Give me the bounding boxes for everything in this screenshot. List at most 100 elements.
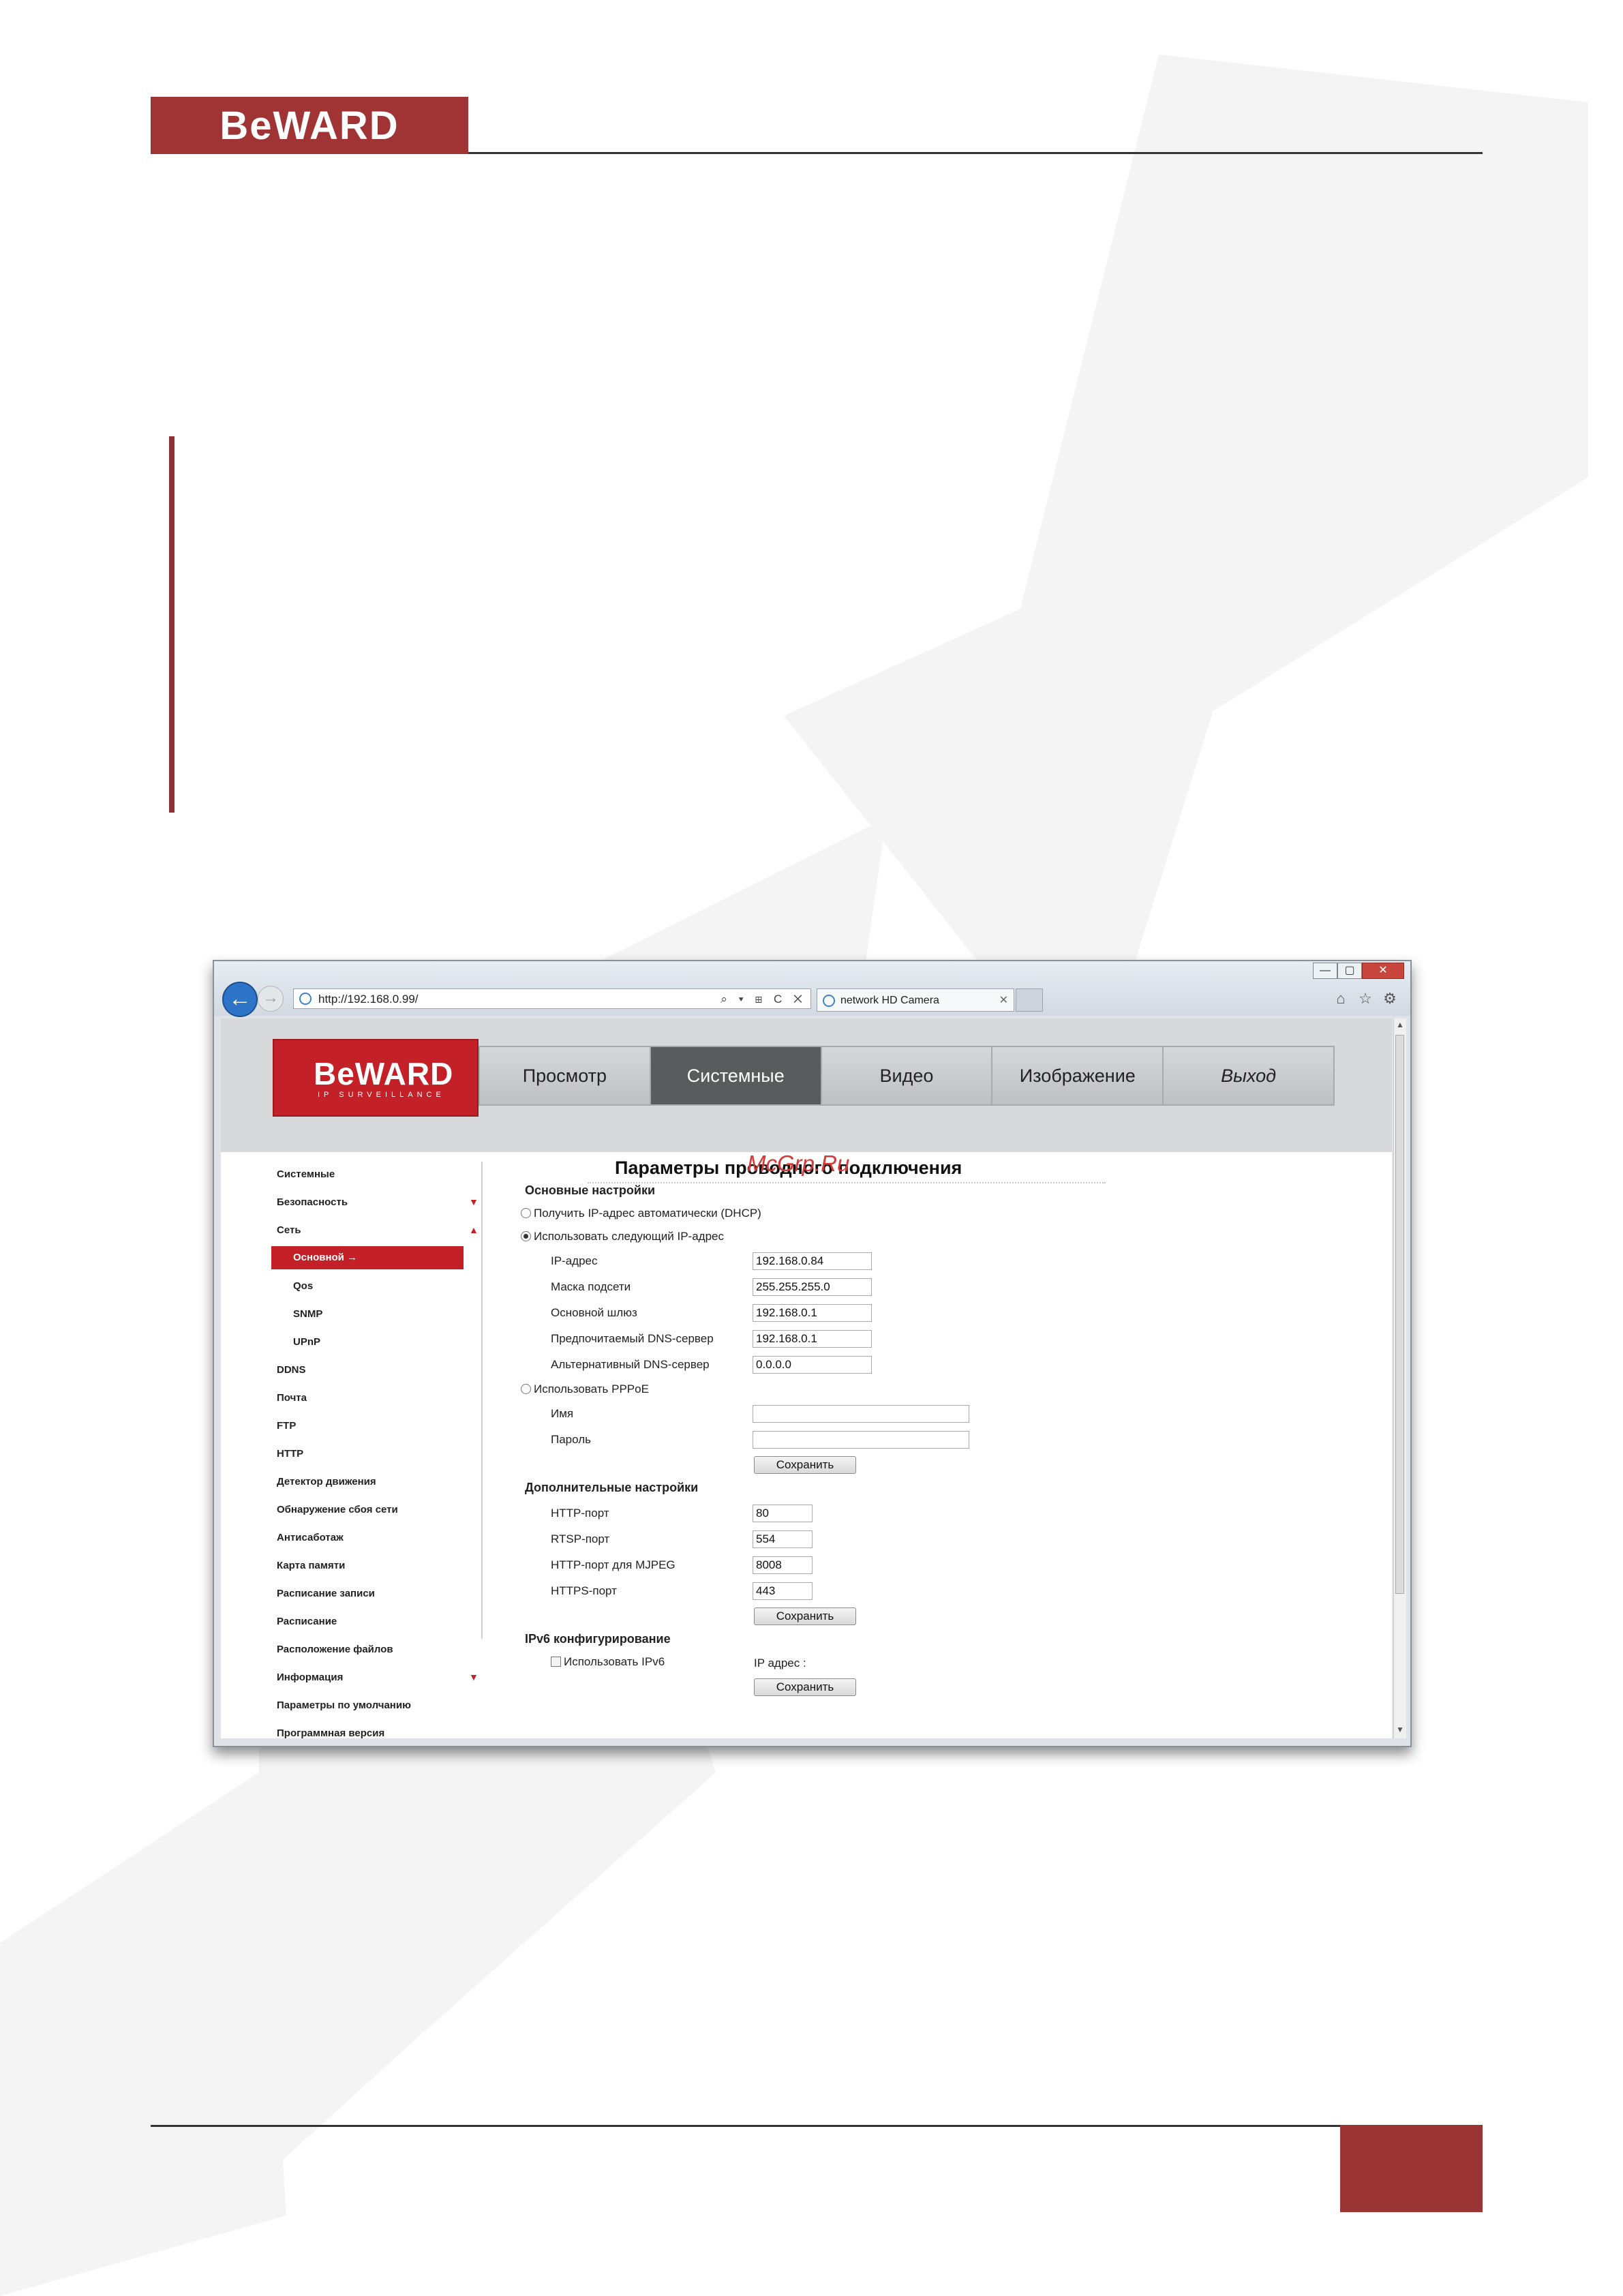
pppoe-password-input[interactable] (753, 1431, 969, 1449)
brand-logo: BeWARD (151, 97, 468, 154)
sidebar-item-system[interactable]: Системные (271, 1160, 489, 1188)
browser-window: — ▢ ✕ ← → http://192.168.0.99/ ⌕ ▾ ⊞ C ✕… (213, 960, 1412, 1747)
mjpeg-port-input[interactable]: 8008 (753, 1556, 813, 1574)
ip-address-label: IP-адрес (551, 1254, 598, 1267)
dhcp-option[interactable]: Получить IP-адрес автоматически (DHCP) (521, 1207, 761, 1220)
gateway-input[interactable]: 192.168.0.1 (753, 1304, 872, 1322)
settings-icon[interactable]: ⚙ (1381, 990, 1399, 1008)
subnet-mask-input[interactable]: 255.255.255.0 (753, 1278, 872, 1296)
https-port-input[interactable]: 443 (753, 1582, 813, 1600)
browser-tab[interactable]: network HD Camera ✕ (817, 988, 1014, 1012)
title-underline (588, 1182, 1106, 1183)
menu-system[interactable]: Системные (650, 1047, 822, 1104)
new-tab-button[interactable] (1016, 988, 1043, 1012)
chevron-down-icon: ▼ (469, 1196, 479, 1207)
sidebar-divider (481, 1162, 483, 1639)
scroll-thumb[interactable] (1395, 1035, 1404, 1594)
menu-view[interactable]: Просмотр (480, 1047, 651, 1104)
back-button[interactable]: ← (222, 982, 258, 1017)
overlay-watermark: McGrp.Ru (747, 1151, 850, 1176)
dhcp-radio[interactable] (521, 1208, 531, 1218)
ip-address-input[interactable]: 192.168.0.84 (753, 1252, 872, 1270)
vertical-scrollbar[interactable]: ▲ ▼ (1393, 1018, 1406, 1738)
ie-page-icon (299, 993, 312, 1005)
sidebar-item-upnp[interactable]: UPnP (271, 1328, 489, 1356)
save-advanced-button[interactable]: Сохранить (754, 1607, 856, 1625)
ipv6-option[interactable]: Использовать IPv6 (551, 1655, 665, 1669)
minimize-icon[interactable]: — (1313, 963, 1337, 979)
sidebar-item-sdcard[interactable]: Карта памяти (271, 1552, 489, 1580)
camera-header: BeWARD IP SURVEILLANCE Просмотр Системны… (221, 1018, 1392, 1152)
sidebar-item-defaults[interactable]: Параметры по умолчанию (271, 1691, 489, 1719)
rtsp-port-label: RTSP-порт (551, 1532, 610, 1545)
primary-dns-input[interactable]: 192.168.0.1 (753, 1330, 872, 1348)
sidebar-item-network-failure[interactable]: Обнаружение сбоя сети (271, 1496, 489, 1524)
sidebar-item-motion[interactable]: Детектор движения (271, 1468, 489, 1496)
footer-divider (151, 2125, 1340, 2127)
menu-image[interactable]: Изображение (992, 1047, 1164, 1104)
sidebar-item-file-location[interactable]: Расположение файлов (271, 1635, 489, 1663)
sidebar-item-firmware[interactable]: Программная версия (271, 1719, 489, 1738)
pppoe-radio[interactable] (521, 1384, 531, 1394)
camera-logo: BeWARD IP SURVEILLANCE (273, 1039, 479, 1117)
scroll-up-icon[interactable]: ▲ (1394, 1020, 1406, 1032)
ipv6-address-label: IP адрес : (754, 1657, 806, 1670)
basic-section-title: Основные настройки (525, 1183, 656, 1197)
camera-logo-tagline: IP SURVEILLANCE (318, 1091, 445, 1099)
ipv6-checkbox[interactable] (551, 1657, 561, 1667)
header-divider (468, 152, 1483, 154)
save-ipv6-button[interactable]: Сохранить (754, 1678, 856, 1696)
close-icon[interactable]: ✕ (1362, 963, 1404, 979)
home-icon[interactable]: ⌂ (1332, 990, 1350, 1008)
forward-button[interactable]: → (258, 986, 284, 1012)
primary-dns-label: Предпочитаемый DNS-сервер (551, 1332, 714, 1345)
menu-exit[interactable]: Выход (1164, 1047, 1333, 1104)
chevron-down-icon: ▼ (469, 1672, 479, 1682)
save-basic-button[interactable]: Сохранить (754, 1456, 856, 1474)
sidebar-item-tamper[interactable]: Антисаботаж (271, 1524, 489, 1552)
pppoe-name-label: Имя (551, 1407, 574, 1420)
page-title: Параметры проводного подключения (615, 1158, 962, 1178)
pppoe-name-input[interactable] (753, 1405, 969, 1423)
sidebar-item-http[interactable]: HTTP (271, 1440, 489, 1468)
secondary-dns-input[interactable]: 0.0.0.0 (753, 1356, 872, 1374)
http-port-label: HTTP-порт (551, 1507, 609, 1520)
static-ip-radio[interactable] (521, 1231, 531, 1241)
browser-toolbar: — ▢ ✕ ← → http://192.168.0.99/ ⌕ ▾ ⊞ C ✕… (214, 961, 1410, 1017)
sidebar-item-network[interactable]: Сеть ▲ (271, 1216, 489, 1244)
settings-sidebar: Системные Безопасность ▼ Сеть ▲ Основной →… (271, 1160, 489, 1738)
sidebar-item-ddns[interactable]: DDNS (271, 1356, 489, 1384)
main-menu: Просмотр Системные Видео Изображение Вых… (479, 1046, 1335, 1106)
browser-viewport: BeWARD IP SURVEILLANCE Просмотр Системны… (221, 1018, 1392, 1738)
address-bar[interactable]: http://192.168.0.99/ ⌕ ▾ ⊞ C ✕ (293, 988, 811, 1009)
sidebar-item-basic[interactable]: Основной → (271, 1246, 464, 1269)
sidebar-item-mail[interactable]: Почта (271, 1384, 489, 1412)
camera-logo-brand: BeWARD (314, 1056, 454, 1091)
secondary-dns-label: Альтернативный DNS-сервер (551, 1358, 710, 1371)
http-port-input[interactable]: 80 (753, 1505, 813, 1522)
accent-bar (169, 436, 175, 813)
menu-video[interactable]: Видео (821, 1047, 993, 1104)
sidebar-item-schedule[interactable]: Расписание (271, 1607, 489, 1635)
rtsp-port-input[interactable]: 554 (753, 1530, 813, 1548)
tab-close-icon[interactable]: ✕ (999, 989, 1008, 1012)
sidebar-item-security[interactable]: Безопасность ▼ (271, 1188, 489, 1216)
chevron-up-icon: ▲ (469, 1224, 479, 1235)
sidebar-item-info[interactable]: Информация ▼ (271, 1663, 489, 1691)
address-text: http://192.168.0.99/ (318, 993, 419, 1006)
maximize-icon[interactable]: ▢ (1337, 963, 1362, 979)
sidebar-item-snmp[interactable]: SNMP (271, 1300, 489, 1328)
ie-tab-icon (823, 995, 835, 1007)
page-number-box (1340, 2125, 1483, 2212)
sidebar-item-ftp[interactable]: FTP (271, 1412, 489, 1440)
https-port-label: HTTPS-порт (551, 1584, 617, 1597)
pppoe-password-label: Пароль (551, 1433, 591, 1446)
tab-title: network HD Camera (840, 995, 939, 1006)
scroll-down-icon[interactable]: ▼ (1394, 1725, 1406, 1737)
favorites-icon[interactable]: ☆ (1356, 990, 1374, 1008)
sidebar-item-record-schedule[interactable]: Расписание записи (271, 1580, 489, 1607)
address-tools-icon[interactable]: ⌕ ▾ ⊞ C ✕ (721, 989, 806, 1010)
sidebar-item-qos[interactable]: Qos (271, 1272, 489, 1300)
pppoe-option[interactable]: Использовать PPPoE (521, 1383, 649, 1396)
static-ip-option[interactable]: Использовать следующий IP-адрес (521, 1230, 724, 1243)
